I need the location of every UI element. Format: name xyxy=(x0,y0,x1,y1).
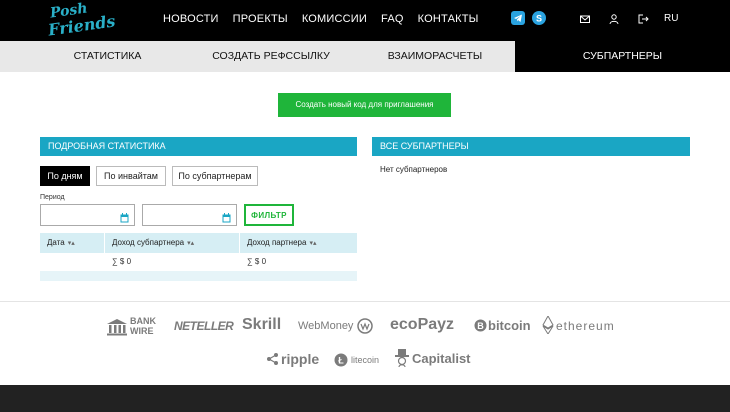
sort-icon[interactable]: ▾▴ xyxy=(187,240,194,247)
date-to-input[interactable] xyxy=(142,204,237,226)
group-by-invites-button[interactable]: По инвайтам xyxy=(96,166,166,186)
divider xyxy=(0,301,730,302)
nav-commissions[interactable]: КОМИССИИ xyxy=(302,13,367,25)
bankwire-line2: WIRE xyxy=(130,326,154,336)
ethereum-text: ethereum xyxy=(556,319,615,333)
svg-text:B: B xyxy=(477,321,484,331)
partner-income-total: ∑ $ 0 xyxy=(247,257,267,266)
language-selector[interactable]: RU xyxy=(664,13,678,24)
table-footer xyxy=(40,271,357,281)
column-subpartner-income-label: Доход субпартнера xyxy=(112,238,185,247)
logo[interactable]: Posh Friends xyxy=(46,0,117,39)
main-nav: НОВОСТИ ПРОЕКТЫ КОМИССИИ FAQ КОНТАКТЫ xyxy=(163,13,493,25)
nav-projects[interactable]: ПРОЕКТЫ xyxy=(233,13,288,25)
mail-icon[interactable] xyxy=(579,12,591,24)
create-invite-code-button[interactable]: Создать новый код для приглашения xyxy=(278,93,451,117)
column-date-label: Дата xyxy=(47,238,65,247)
svg-text:Ł: Ł xyxy=(338,356,344,366)
neteller-logo: NETELLER xyxy=(174,319,234,333)
telegram-icon[interactable] xyxy=(511,11,525,25)
bitcoin-text: bitcoin xyxy=(488,318,531,333)
footer xyxy=(0,385,730,412)
nav-news[interactable]: НОВОСТИ xyxy=(163,13,219,25)
column-partner-income-label: Доход партнера xyxy=(247,238,307,247)
column-date[interactable]: Дата ▾▴ xyxy=(40,233,104,253)
capitalist-icon xyxy=(395,349,409,368)
column-subpartner-income[interactable]: Доход субпартнера ▾▴ xyxy=(105,233,239,253)
ripple-text: ripple xyxy=(281,351,320,367)
calendar-icon[interactable] xyxy=(222,210,231,223)
bankwire-logo: BANK WIRE xyxy=(106,317,162,337)
tab-create-reflink[interactable]: СОЗДАТЬ РЕФССЫЛКУ xyxy=(172,41,370,72)
top-bar: Posh Friends НОВОСТИ ПРОЕКТЫ КОМИССИИ FA… xyxy=(0,0,730,41)
group-by-days-button[interactable]: По дням xyxy=(40,166,90,186)
nav-faq[interactable]: FAQ xyxy=(381,13,404,25)
skype-icon[interactable]: S xyxy=(532,11,546,25)
user-icon[interactable] xyxy=(608,12,620,25)
capitalist-text: Capitalist xyxy=(412,351,471,366)
svg-text:S: S xyxy=(536,14,542,24)
sort-icon[interactable]: ▾▴ xyxy=(309,240,316,247)
subpartner-income-total: ∑ $ 0 xyxy=(112,257,132,266)
logout-icon[interactable] xyxy=(637,12,649,24)
webmoney-icon xyxy=(357,318,373,334)
webmoney-text: WebMoney xyxy=(298,320,354,332)
filter-button[interactable]: ФИЛЬТР xyxy=(244,204,294,226)
litecoin-text: litecoin xyxy=(351,355,380,365)
date-from-input[interactable] xyxy=(40,204,135,226)
sort-icon[interactable]: ▾▴ xyxy=(68,240,75,247)
tab-bar: СТАТИСТИКА СОЗДАТЬ РЕФССЫЛКУ ВЗАИМОРАСЧЕ… xyxy=(0,41,730,72)
tab-subpartners[interactable]: СУБПАРТНЕРЫ xyxy=(515,41,730,72)
skrill-logo: Skrill xyxy=(242,316,282,333)
bank-icon xyxy=(107,319,127,336)
ethereum-icon xyxy=(542,316,554,334)
ripple-icon xyxy=(267,353,278,365)
nav-contacts[interactable]: КОНТАКТЫ xyxy=(418,13,479,25)
detailed-stats-header: ПОДРОБНАЯ СТАТИСТИКА xyxy=(40,137,357,156)
calendar-icon[interactable] xyxy=(120,210,129,223)
ecopayz-logo: ecoPayz xyxy=(390,316,455,333)
bankwire-line1: BANK xyxy=(130,316,156,326)
litecoin-icon: Ł xyxy=(334,353,348,367)
no-subpartners-text: Нет субпартнеров xyxy=(380,165,448,174)
period-label: Период xyxy=(40,194,65,201)
webmoney-logo: WebMoney xyxy=(298,318,373,334)
column-partner-income[interactable]: Доход партнера ▾▴ xyxy=(240,233,357,253)
all-subpartners-header: ВСЕ СУБПАРТНЕРЫ xyxy=(372,137,690,156)
tab-settlements[interactable]: ВЗАИМОРАСЧЕТЫ xyxy=(360,41,510,72)
bitcoin-icon: B xyxy=(474,319,487,332)
group-by-subpartners-button[interactable]: По субпартнерам xyxy=(172,166,258,186)
